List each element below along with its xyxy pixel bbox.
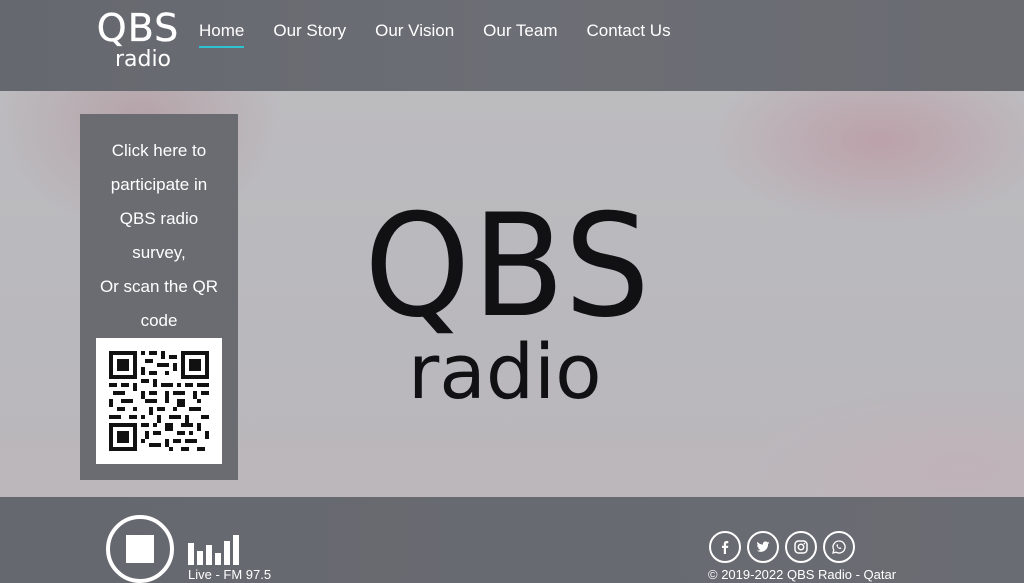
survey-text-line: code xyxy=(140,311,178,330)
stop-icon xyxy=(126,535,154,563)
equalizer-bar xyxy=(188,543,194,565)
logo-radio-text: radio xyxy=(114,47,172,72)
equalizer-bar xyxy=(224,541,230,565)
copyright-text: © 2019-2022 QBS Radio - Qatar xyxy=(708,567,897,582)
nav-our-story[interactable]: Our Story xyxy=(273,20,346,50)
nav-contact-us[interactable]: Contact Us xyxy=(587,20,671,50)
hero-logo-qbs: QBS xyxy=(364,184,652,349)
survey-text-line: QBS radio xyxy=(119,209,199,228)
stop-button[interactable] xyxy=(106,515,174,583)
nav-home[interactable]: Home xyxy=(199,20,245,50)
nav-our-team[interactable]: Our Team xyxy=(483,20,557,50)
survey-panel: Click here to participate in QBS radio s… xyxy=(80,114,238,480)
nav-our-vision[interactable]: Our Vision xyxy=(375,20,454,50)
player-footer: Live - FM 97.5 © 2019-2022 QBS Radio - Q… xyxy=(0,497,1024,583)
station-label: Live - FM 97.5 xyxy=(188,567,272,582)
hero-logo: QBS radio xyxy=(356,192,676,422)
equalizer-bar xyxy=(215,553,221,565)
equalizer-icon xyxy=(188,535,240,565)
logo-qbs-text: QBS xyxy=(96,6,180,50)
equalizer-bar xyxy=(233,535,239,565)
survey-link[interactable]: Click here to participate in QBS radio s… xyxy=(80,134,238,338)
site-header: QBS radio Home Our Story Our Vision Our … xyxy=(0,0,1024,91)
survey-text-line: Or scan the QR xyxy=(99,277,219,296)
equalizer-bar xyxy=(206,545,212,565)
qr-code-graphic xyxy=(109,351,209,451)
instagram-icon[interactable] xyxy=(785,531,817,563)
twitter-icon[interactable] xyxy=(747,531,779,563)
survey-text-line: participate in xyxy=(110,175,208,194)
facebook-icon[interactable] xyxy=(709,531,741,563)
main-nav: Home Our Story Our Vision Our Team Conta… xyxy=(199,20,700,50)
social-links xyxy=(709,531,855,563)
survey-text-line: Click here to xyxy=(111,141,207,160)
site-logo[interactable]: QBS radio xyxy=(88,6,188,78)
whatsapp-icon[interactable] xyxy=(823,531,855,563)
equalizer-bar xyxy=(197,551,203,565)
survey-text-line: survey, xyxy=(132,243,186,262)
qr-code-icon[interactable] xyxy=(96,338,222,464)
hero-logo-radio: radio xyxy=(408,327,602,416)
